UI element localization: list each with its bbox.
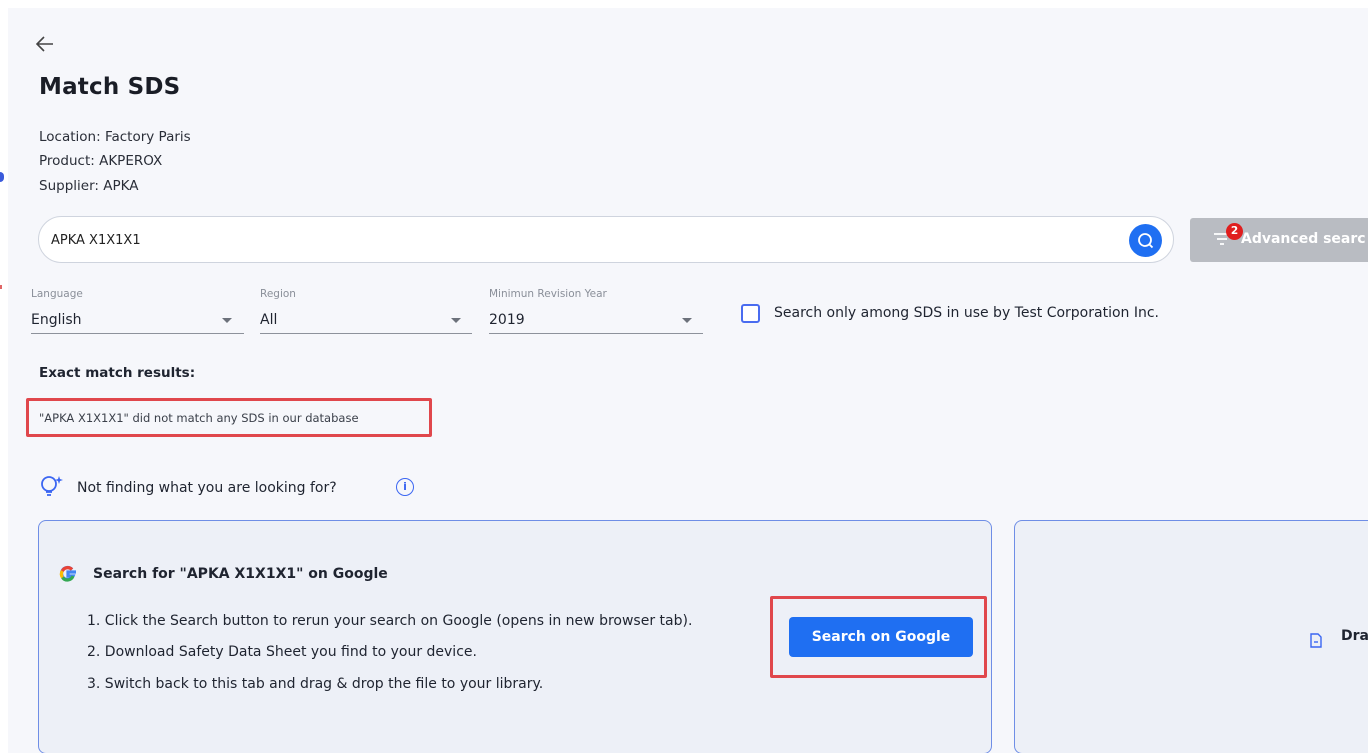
location-info: Location: Factory Paris xyxy=(39,129,191,145)
edge-indicator xyxy=(0,172,4,182)
no-match-message: "APKA X1X1X1" did not match any SDS in o… xyxy=(39,411,359,425)
upload-dropzone-card[interactable]: Dra xyxy=(1014,520,1368,753)
search-bar xyxy=(38,216,1174,263)
back-arrow-icon[interactable] xyxy=(35,34,58,56)
search-input[interactable] xyxy=(51,228,1111,252)
advanced-search-label: Advanced searc xyxy=(1241,231,1366,247)
edge-marker xyxy=(0,285,2,289)
revision-year-select[interactable]: Minimun Revision Year 2019 xyxy=(489,284,703,334)
in-use-checkbox[interactable] xyxy=(741,304,760,323)
google-card-title: Search for "APKA X1X1X1" on Google xyxy=(93,566,388,582)
in-use-checkbox-label: Search only among SDS in use by Test Cor… xyxy=(774,305,1159,321)
match-sds-page: Match SDS Location: Factory Paris Produc… xyxy=(8,8,1368,753)
no-match-highlight: "APKA X1X1X1" did not match any SDS in o… xyxy=(26,398,432,437)
language-select[interactable]: Language English xyxy=(31,284,244,334)
product-info: Product: AKPEROX xyxy=(39,153,163,169)
language-label: Language xyxy=(31,288,83,300)
file-icon xyxy=(1310,633,1322,648)
exact-match-heading: Exact match results: xyxy=(39,365,196,381)
help-prompt: Not finding what you are looking for? xyxy=(77,480,337,496)
language-value: English xyxy=(31,312,82,328)
google-step-3: 3. Switch back to this tab and drag & dr… xyxy=(87,676,544,692)
supplier-info: Supplier: APKA xyxy=(39,178,139,194)
lightbulb-sparkle-icon xyxy=(41,476,63,496)
region-value: All xyxy=(260,312,278,328)
chevron-down-icon xyxy=(682,318,692,323)
advanced-search-button[interactable]: 2 Advanced searc xyxy=(1190,218,1368,262)
page-title: Match SDS xyxy=(39,74,181,100)
revision-year-value: 2019 xyxy=(489,312,525,328)
google-search-card: Search for "APKA X1X1X1" on Google 1. Cl… xyxy=(38,520,992,753)
dropzone-label: Dra xyxy=(1341,628,1368,644)
search-on-google-button[interactable]: Search on Google xyxy=(789,617,973,657)
google-logo-icon xyxy=(59,565,76,582)
region-select[interactable]: Region All xyxy=(260,284,472,334)
chevron-down-icon xyxy=(222,318,232,323)
search-button[interactable] xyxy=(1129,224,1162,257)
search-icon xyxy=(1138,233,1154,249)
google-step-1: 1. Click the Search button to rerun your… xyxy=(87,613,693,629)
info-icon[interactable]: i xyxy=(396,478,414,496)
revision-year-label: Minimun Revision Year xyxy=(489,288,607,300)
region-label: Region xyxy=(260,288,296,300)
chevron-down-icon xyxy=(451,318,461,323)
google-step-2: 2. Download Safety Data Sheet you find t… xyxy=(87,644,477,660)
